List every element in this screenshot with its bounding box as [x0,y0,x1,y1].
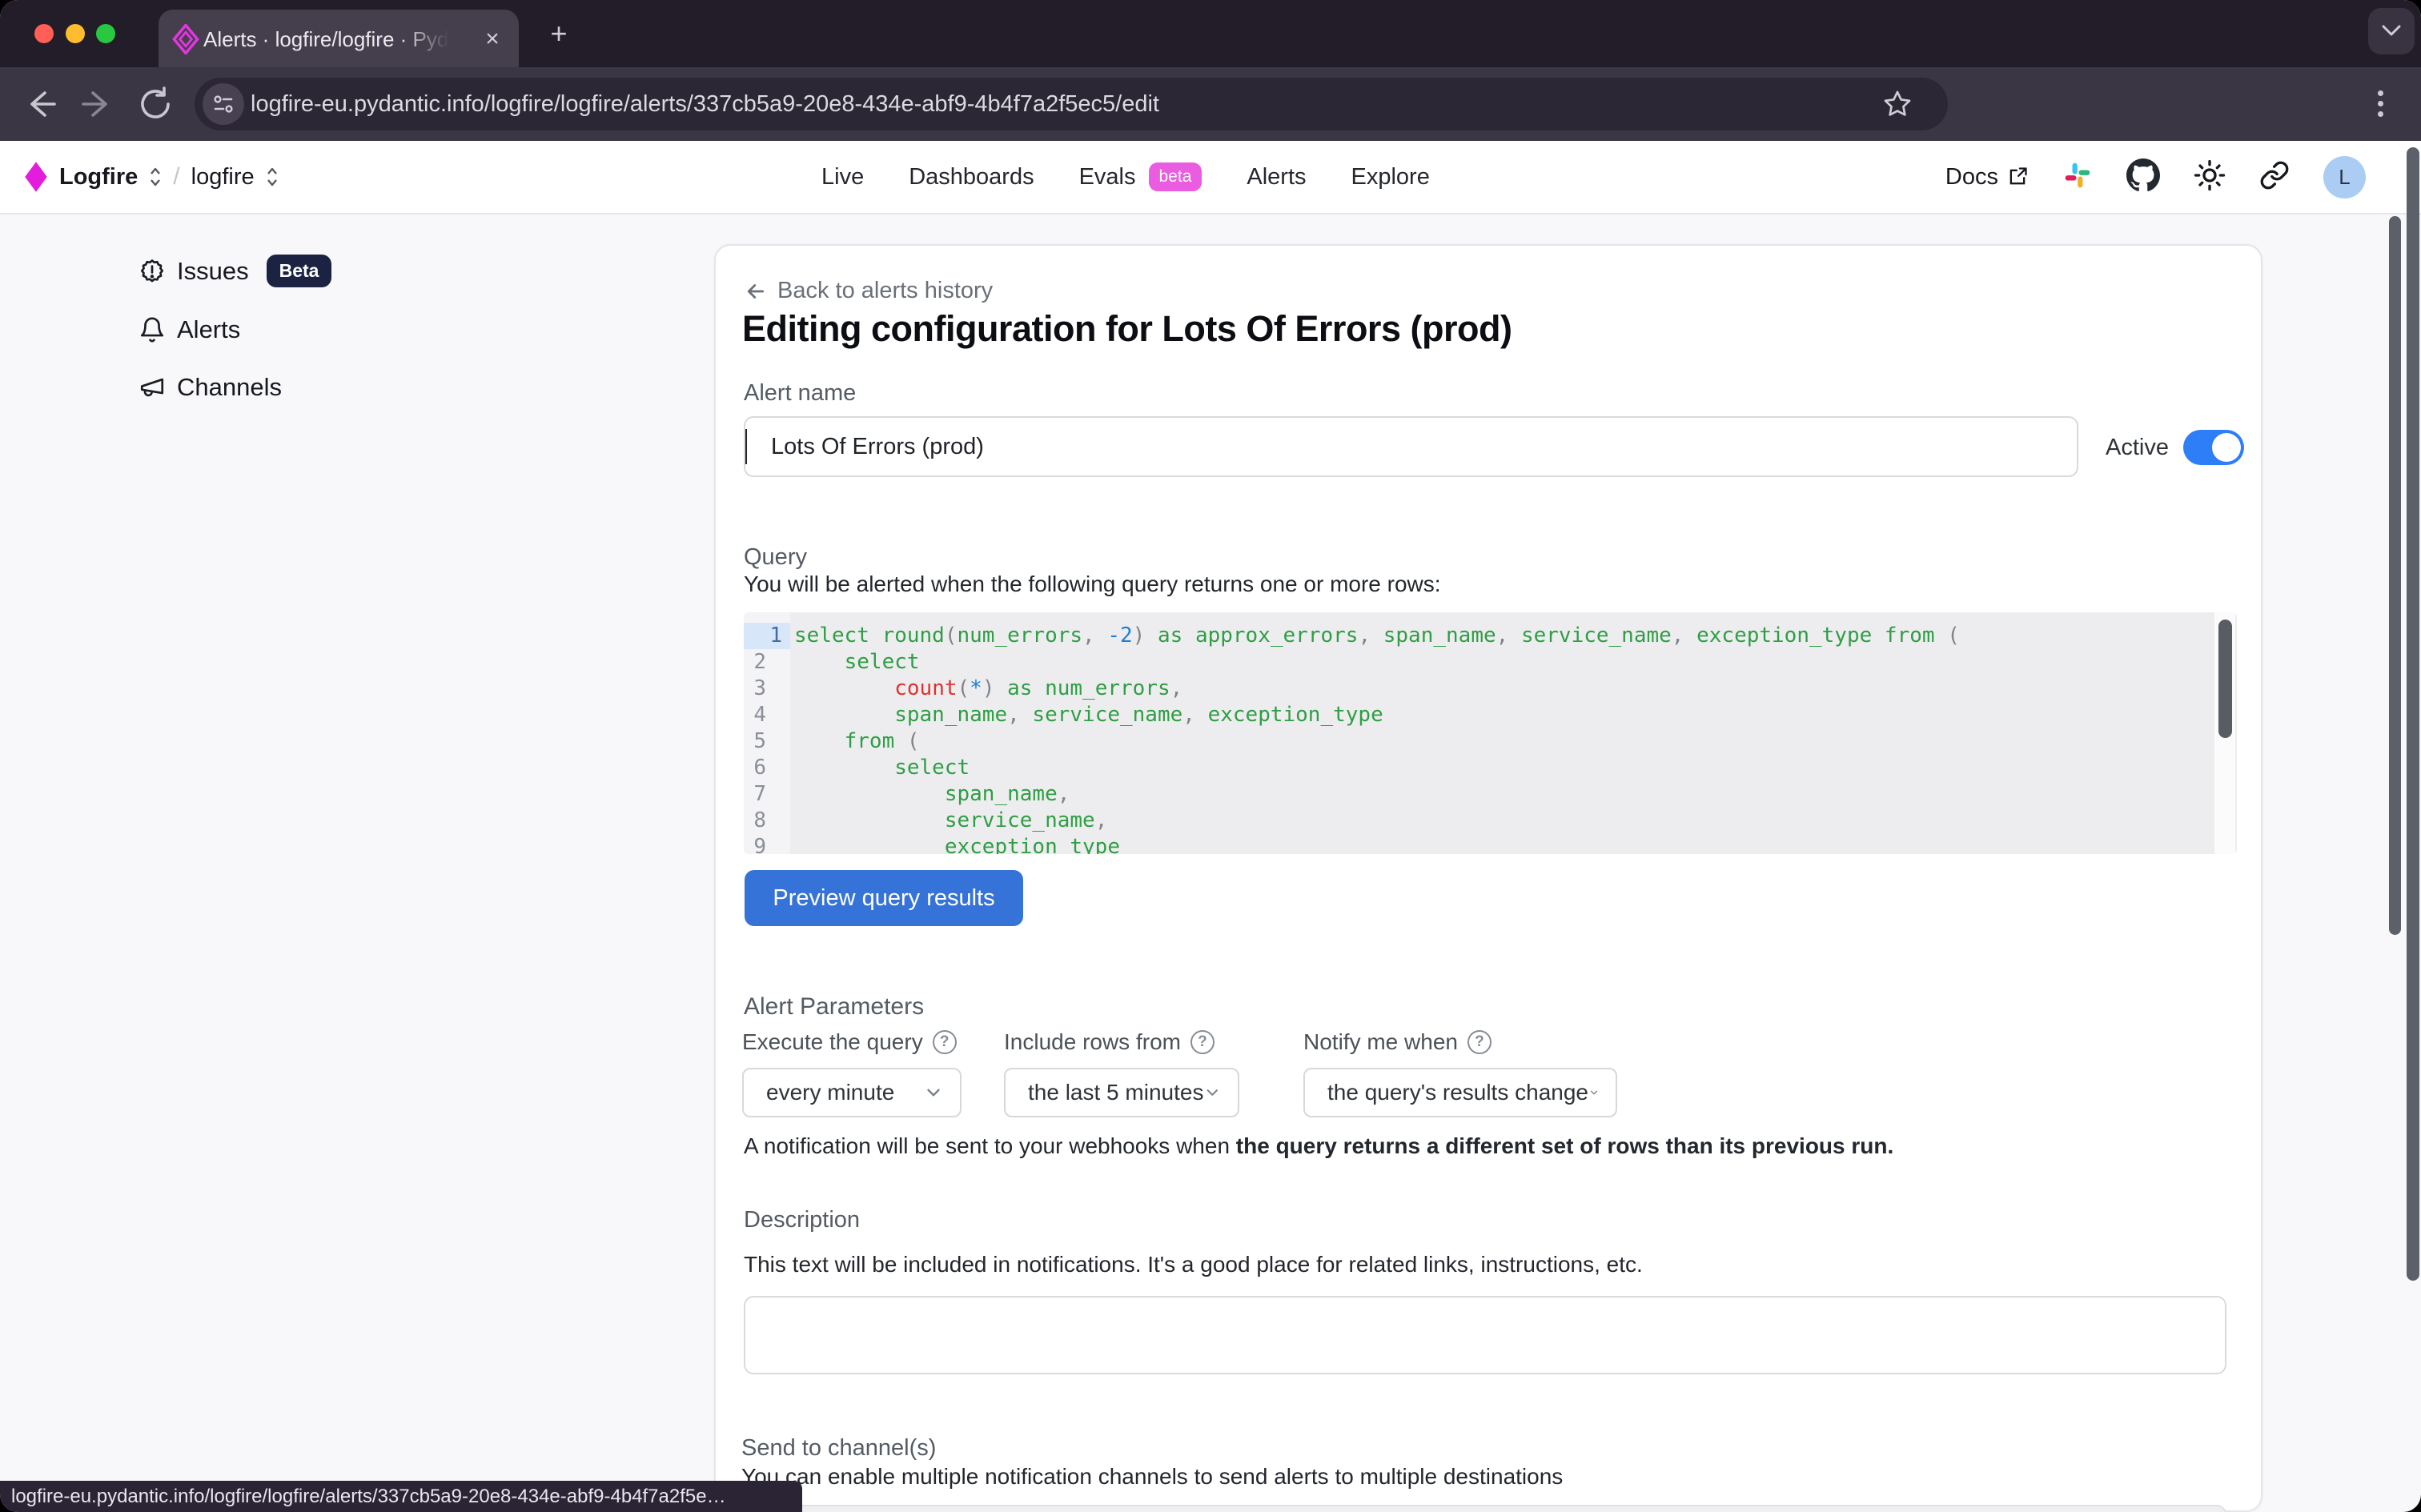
tab-search-button[interactable] [2368,8,2415,54]
alert-name-label: Alert name [744,380,856,407]
alert-seal-icon [139,258,166,285]
docs-link[interactable]: Docs [1945,164,2029,191]
sidebar-item-channels[interactable]: Channels [139,373,282,402]
main-nav: Live Dashboards Evalsbeta Alerts Explore [821,141,1430,213]
code-line: 7 span_name, [744,781,2237,808]
project-selector-chevrons-icon[interactable] [266,166,279,187]
description-textarea[interactable] [744,1296,2226,1374]
avatar[interactable]: L [2323,156,2366,199]
chevron-down-icon [923,1082,944,1103]
chevron-down-icon [1588,1082,1600,1103]
notify-me-label: Notify me when [1303,1029,1458,1055]
page-title: Editing configuration for Lots Of Errors… [742,308,1512,350]
org-selector-chevrons-icon[interactable] [149,166,162,187]
include-rows-label: Include rows from [1004,1029,1181,1055]
help-icon[interactable]: ? [1467,1030,1492,1054]
alert-name-value: Lots Of Errors (prod) [771,434,984,460]
link-status-bar: logfire-eu.pydantic.info/logfire/logfire… [0,1481,802,1512]
nav-evals[interactable]: Evalsbeta [1079,162,1202,191]
bell-icon [139,316,166,343]
github-icon[interactable] [2126,158,2160,196]
browser-window: Alerts · logfire/logfire · Pydantic Logf… [0,0,2421,1512]
sql-query-editor[interactable]: 1select round(num_errors, -2) as approx_… [744,612,2237,854]
code-line: 6 select [744,755,2237,781]
execute-query-label: Execute the query [742,1029,923,1055]
help-icon[interactable]: ? [1190,1030,1215,1054]
window-minimize-button[interactable] [66,24,85,43]
code-line: 9 exception_type [744,834,2237,854]
nav-live[interactable]: Live [821,164,864,191]
help-icon[interactable]: ? [933,1030,957,1054]
sidebar-item-label: Channels [177,373,282,402]
sidebar-item-issues[interactable]: Issues Beta [139,255,331,287]
code-line: 4 span_name, service_name, exception_typ… [744,702,2237,728]
chevron-down-icon [1203,1082,1222,1103]
new-tab-button[interactable]: + [543,18,575,50]
breadcrumb: Logfire / logfire [24,141,279,213]
arrow-left-icon [744,279,768,303]
bookmark-star-icon[interactable] [1882,89,1913,119]
active-toggle[interactable] [2183,430,2244,465]
browser-menu-icon[interactable] [2376,86,2384,122]
back-icon[interactable] [21,85,59,123]
logfire-favicon-icon [171,24,200,58]
code-line: 1select round(num_errors, -2) as approx_… [744,623,2237,649]
channels-help-text: You can enable multiple notification cha… [741,1464,1563,1490]
sidebar-item-label: Issues [177,257,249,286]
url-text[interactable]: logfire-eu.pydantic.info/logfire/logfire… [251,91,1159,118]
external-link-icon [2006,166,2029,188]
nav-explore[interactable]: Explore [1351,164,1430,191]
nav-alerts[interactable]: Alerts [1247,164,1306,191]
app-header: Logfire / logfire Live Dashboards Evalsb… [0,141,2421,215]
text-caret [745,429,747,464]
alert-parameters-label: Alert Parameters [744,993,924,1021]
reload-icon[interactable] [136,85,175,123]
code-line: 5 from ( [744,728,2237,755]
evals-beta-badge: beta [1149,162,1202,191]
window-scrollbar-thumb[interactable] [2407,147,2419,1281]
description-label: Description [744,1207,860,1233]
channels-label: Send to channel(s) [741,1435,936,1462]
preview-query-results-button[interactable]: Preview query results [745,870,1023,926]
alert-name-input[interactable]: Lots Of Errors (prod) [744,416,2078,477]
code-line: 8 service_name, [744,808,2237,834]
nav-dashboards[interactable]: Dashboards [909,164,1034,191]
query-section-label: Query [744,544,807,571]
slack-icon[interactable] [2062,160,2093,195]
page-scrollbar-thumb[interactable] [2389,216,2401,935]
description-help-text: This text will be included in notificati… [744,1252,1643,1277]
browser-toolbar: logfire-eu.pydantic.info/logfire/logfire… [0,67,2421,141]
code-lines: 1select round(num_errors, -2) as approx_… [744,623,2237,854]
execute-query-dropdown[interactable]: every minute [742,1068,962,1117]
window-maximize-button[interactable] [96,24,115,43]
theme-sun-icon[interactable] [2194,159,2226,195]
active-label: Active [2106,435,2169,461]
notify-me-dropdown[interactable]: the query's results change [1303,1068,1617,1117]
edit-alert-card: Back to alerts history Editing configura… [714,244,2262,1512]
org-selector[interactable]: Logfire [59,164,138,191]
share-link-icon[interactable] [2259,160,2290,195]
header-actions: Docs L [1945,141,2366,213]
back-to-alerts-link[interactable]: Back to alerts history [744,278,993,304]
notification-notice: A notification will be sent to your webh… [744,1133,1893,1159]
query-subtitle: You will be alerted when the following q… [744,572,1441,597]
sidebar-item-label: Alerts [177,315,240,344]
url-bar[interactable]: logfire-eu.pydantic.info/logfire/logfire… [195,78,1948,130]
megaphone-icon [139,374,166,401]
logfire-logo-icon [24,161,48,193]
browser-titlebar: Alerts · logfire/logfire · Pydantic Logf… [0,0,2421,67]
site-controls-icon[interactable] [203,83,244,125]
code-scrollbar-thumb[interactable] [2218,620,2232,738]
include-rows-dropdown[interactable]: the last 5 minutes [1004,1068,1239,1117]
sidebar-item-alerts[interactable]: Alerts [139,315,240,344]
code-line: 2 select [744,649,2237,676]
forward-icon[interactable] [78,85,117,123]
project-selector[interactable]: logfire [191,164,255,191]
tab-close-icon[interactable]: × [479,26,506,53]
issues-beta-badge: Beta [267,255,332,287]
code-line: 3 count(*) as num_errors, [744,676,2237,702]
browser-tab[interactable]: Alerts · logfire/logfire · Pydantic Logf… [159,10,519,67]
channels-container [744,1505,2227,1512]
window-close-button[interactable] [34,24,54,43]
